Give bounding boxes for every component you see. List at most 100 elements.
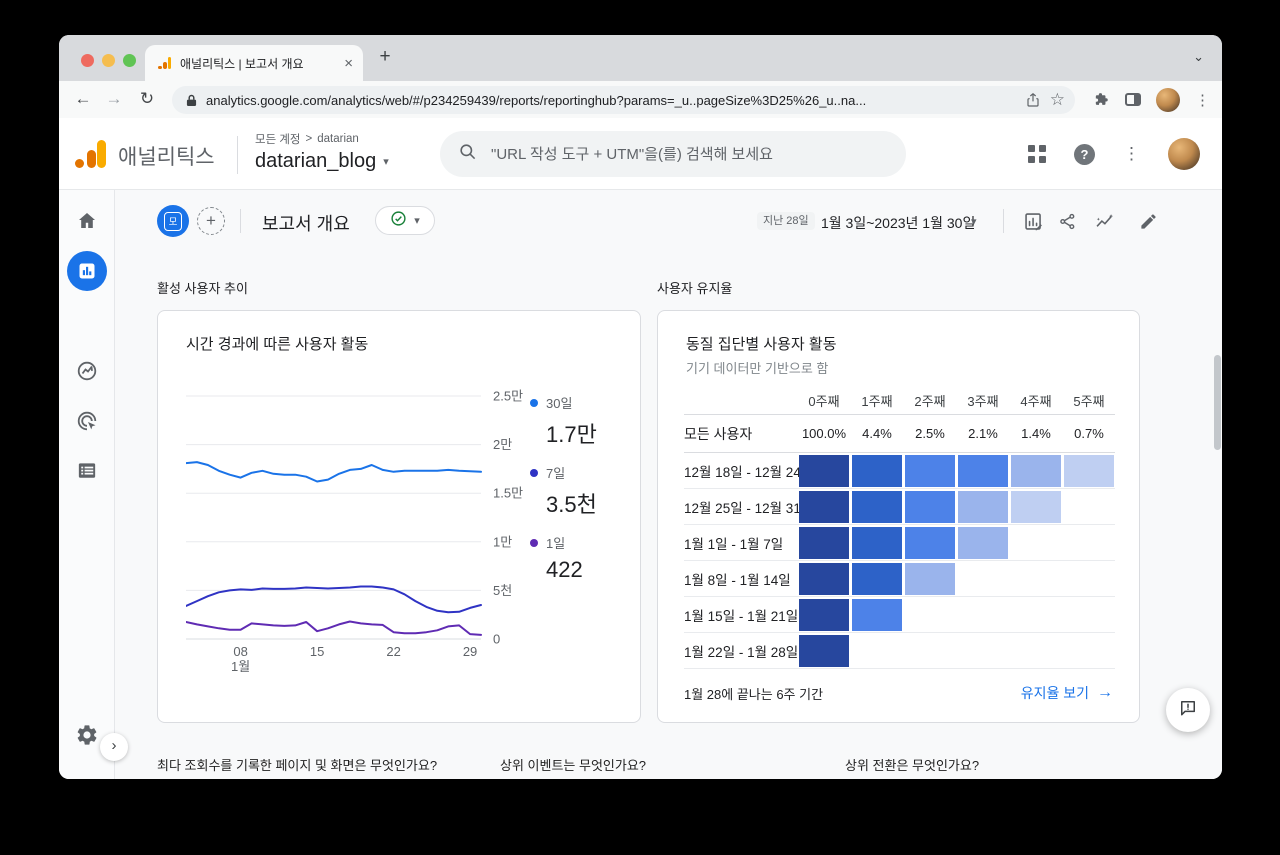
- cohort-cell: [958, 526, 1008, 559]
- cohort-row-label: 12월 18일 - 12월 24일: [684, 464, 799, 480]
- svg-text:1만: 1만: [493, 534, 512, 549]
- breadcrumb-all-accounts: 모든 계정: [255, 134, 301, 146]
- breadcrumb-account: datarian: [317, 133, 359, 145]
- feedback-button[interactable]: [1166, 688, 1210, 732]
- svg-text:29: 29: [463, 644, 477, 659]
- svg-text:08: 08: [233, 644, 247, 659]
- legend-value-7d: 3.5천: [546, 492, 597, 517]
- header-divider: [237, 136, 238, 174]
- active-users-card: 시간 경과에 따른 사용자 활동 0 5천 1만 1.5만 2만 2.5만 08 1월 15 22…: [157, 310, 641, 723]
- cohort-summary-row: 모든 사용자 100.0% 4.4% 2.5% 2.1% 1.4% 0.7%: [684, 415, 1115, 453]
- close-window-button[interactable]: [81, 54, 94, 67]
- cohort-cell: [852, 526, 902, 559]
- sidebar-item-advertising[interactable]: [75, 409, 99, 438]
- cohort-subtitle: 기기 데이터만 기반으로 함: [686, 361, 829, 376]
- tab-search-chevron-icon[interactable]: ⌄: [1193, 49, 1204, 65]
- sidebar-item-home[interactable]: [75, 209, 99, 238]
- browser-menu-icon[interactable]: ⋮: [1195, 91, 1210, 109]
- legend-dot: [530, 398, 538, 407]
- zoom-window-button[interactable]: [123, 54, 136, 67]
- cohort-cell: [1011, 454, 1061, 487]
- forward-button[interactable]: →: [100, 85, 128, 113]
- report-status-dropdown[interactable]: ▾: [375, 206, 435, 235]
- all-users-segment-chip[interactable]: 모: [157, 205, 189, 237]
- cohort-cell: [905, 562, 955, 595]
- feedback-bubble-icon: [1178, 698, 1198, 723]
- account-avatar[interactable]: [1168, 138, 1200, 170]
- date-range-picker[interactable]: 1월 3일~2023년 1월 30일: [821, 213, 975, 233]
- cohort-cell: [799, 598, 849, 631]
- view-retention-link[interactable]: 유지율 보기 →: [1021, 683, 1113, 703]
- vertical-scrollbar-thumb[interactable]: [1214, 355, 1221, 450]
- section-title-retention: 사용자 유지율: [657, 281, 733, 296]
- cohort-cell: [905, 490, 955, 523]
- browser-tab[interactable]: 애널리틱스 | 보고서 개요 ×: [145, 45, 363, 81]
- legend-dot: [530, 468, 538, 477]
- check-circle-icon: [390, 210, 407, 232]
- section-title-top-pages: 최다 조회수를 기록한 페이지 및 화면은 무엇인가요?: [157, 758, 438, 773]
- add-comparison-button[interactable]: +: [197, 207, 225, 235]
- sidebar-expand-button[interactable]: ›: [100, 733, 128, 761]
- sidebar-item-admin-gear-icon[interactable]: [75, 723, 99, 752]
- line-chart-title: 시간 경과에 따른 사용자 활동: [186, 336, 369, 353]
- cohort-summary-value: 2.5%: [915, 426, 945, 441]
- address-bar[interactable]: analytics.google.com/analytics/web/#/p23…: [172, 86, 1075, 114]
- cohort-row-label: 12월 25일 - 12월 31일: [684, 500, 799, 516]
- cohort-period-text: 1월 28에 끝나는 6주 기간: [684, 686, 824, 702]
- cohort-table: 0주째 1주째 2주째 3주째 4주째 5주째 모든 사용자 100.0% 4.4% 2.5%…: [684, 387, 1115, 669]
- page-title: 보고서 개요: [262, 214, 350, 234]
- cohort-cell: [1064, 454, 1114, 487]
- bookmark-star-icon[interactable]: ☆: [1050, 90, 1065, 110]
- window-controls: [81, 54, 136, 67]
- cohort-cell: [799, 490, 849, 523]
- new-tab-button[interactable]: +: [373, 46, 397, 68]
- cohort-cell: [905, 454, 955, 487]
- analytics-search-bar[interactable]: [440, 131, 906, 177]
- cohort-row-label: 1월 8일 - 1월 14일: [684, 572, 791, 588]
- cohort-footer: 1월 28에 끝나는 6주 기간 유지율 보기 →: [684, 683, 1113, 703]
- date-caret-icon[interactable]: ▾: [971, 215, 977, 228]
- product-name: 애널리틱스: [118, 146, 215, 169]
- cohort-row: 12월 25일 - 12월 31일: [684, 489, 1115, 525]
- cohort-summary-value: 100.0%: [801, 426, 847, 441]
- legend-value-30d: 1.7만: [546, 422, 597, 447]
- analytics-menu-icon[interactable]: ⋮: [1123, 144, 1140, 164]
- cohort-row: 1월 15일 - 1월 21일: [684, 597, 1115, 633]
- extensions-puzzle-icon[interactable]: [1093, 91, 1110, 108]
- analytics-favicon-icon: [158, 56, 172, 70]
- svg-text:2만: 2만: [493, 437, 512, 452]
- browser-profile-avatar[interactable]: [1156, 87, 1180, 112]
- minimize-window-button[interactable]: [102, 54, 115, 67]
- close-tab-icon[interactable]: ×: [344, 56, 353, 71]
- cohort-cell: [905, 526, 955, 559]
- svg-text:1월: 1월: [231, 659, 250, 674]
- sidebar-item-reports[interactable]: [66, 251, 107, 291]
- share-page-icon[interactable]: [1025, 92, 1041, 108]
- cohort-summary-label: 모든 사용자: [684, 425, 753, 442]
- svg-text:15: 15: [310, 644, 324, 659]
- google-apps-icon[interactable]: [1028, 145, 1046, 163]
- sidebar: [59, 190, 115, 779]
- help-icon[interactable]: ?: [1074, 143, 1095, 165]
- browser-toolbar: ← → ↻ analytics.google.com/analytics/web…: [59, 81, 1222, 118]
- cohort-cell: [852, 562, 902, 595]
- insights-icon[interactable]: [1092, 209, 1116, 233]
- sidebar-item-explore[interactable]: [75, 359, 99, 388]
- cohort-cell: [852, 490, 902, 523]
- cohort-summary-value: 2.1%: [968, 426, 998, 441]
- analytics-header: 애널리틱스 모든 계정 > datarian datarian_blog ▾ ?…: [59, 118, 1222, 190]
- side-panel-icon[interactable]: [1125, 93, 1141, 106]
- account-switcher[interactable]: 모든 계정 > datarian datarian_blog ▾: [255, 131, 389, 173]
- sidebar-item-library[interactable]: [75, 459, 98, 487]
- share-report-icon[interactable]: [1055, 209, 1079, 233]
- section-title-top-events: 상위 이벤트는 무엇인가요?: [500, 758, 647, 773]
- reload-button[interactable]: ↻: [133, 85, 161, 113]
- customize-report-icon[interactable]: [1021, 209, 1045, 233]
- breadcrumb-separator-icon: >: [305, 133, 313, 145]
- edit-report-icon[interactable]: [1136, 209, 1160, 233]
- status-caret-icon: ▾: [414, 215, 420, 227]
- legend-item-7d: 7일 3.5천: [530, 463, 597, 519]
- search-input[interactable]: [491, 145, 888, 163]
- back-button[interactable]: ←: [69, 85, 97, 113]
- svg-text:22: 22: [386, 644, 400, 659]
